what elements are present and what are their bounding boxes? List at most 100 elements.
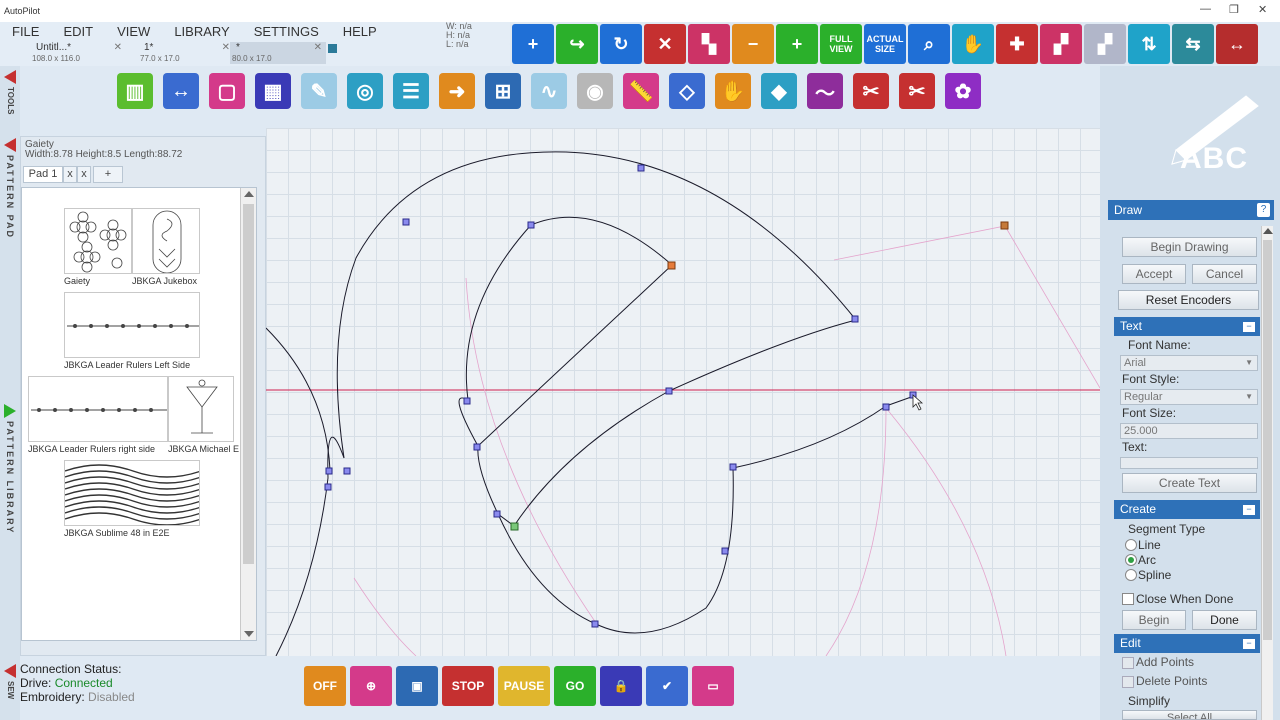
font-name-select[interactable]: Arial ▼	[1120, 355, 1258, 371]
accept-button[interactable]: Accept	[1122, 264, 1186, 284]
start-node[interactable]	[510, 522, 519, 531]
align-button[interactable]: ⇅	[1128, 24, 1170, 64]
zoom-in-button[interactable]: +	[776, 24, 818, 64]
tab-tools[interactable]: TOOLS	[2, 70, 18, 116]
scissors-tool[interactable]: ✂	[848, 68, 894, 114]
segment-line-radio[interactable]	[1125, 539, 1137, 551]
menu-library[interactable]: LIBRARY	[162, 24, 241, 40]
font-style-select[interactable]: Regular ▼	[1120, 389, 1258, 405]
document-tab[interactable]: * 80.0 x 17.0 ✕	[230, 42, 326, 64]
pattern-thumb-gaiety[interactable]: Gaiety	[64, 208, 132, 288]
menu-view[interactable]: VIEW	[105, 24, 162, 40]
flower-tool[interactable]: ✿	[940, 68, 986, 114]
tab-pattern-pad[interactable]: PATTERN PAD	[2, 138, 18, 241]
window-button[interactable]: ▭	[692, 666, 734, 706]
collapse-icon[interactable]: −	[1243, 639, 1255, 649]
menu-help[interactable]: HELP	[331, 24, 389, 40]
pad-tab[interactable]: Pad 1	[23, 166, 63, 183]
redo-button[interactable]: ↻	[600, 24, 642, 64]
cut-tool[interactable]: ✂	[894, 68, 940, 114]
close-tab-icon[interactable]: ✕	[314, 42, 322, 53]
layers-button[interactable]: ▚	[688, 24, 730, 64]
curve-tool[interactable]: ∿	[526, 68, 572, 114]
arrow-tool[interactable]: ➜	[434, 68, 480, 114]
move-tool[interactable]: ↔	[158, 68, 204, 114]
drawing-canvas[interactable]	[266, 128, 1100, 656]
bounce-button[interactable]: ⇆	[1172, 24, 1214, 64]
stretch-button[interactable]: ↔	[1216, 24, 1258, 64]
menu-edit[interactable]: EDIT	[51, 24, 105, 40]
pattern-thumb-leader-left[interactable]: JBKGA Leader Rulers Left Side	[64, 292, 200, 372]
eraser-tool[interactable]: ◇	[664, 68, 710, 114]
scroll-up-icon[interactable]	[1263, 228, 1273, 234]
steps-alt-button[interactable]: ▞	[1084, 24, 1126, 64]
scroll-down-icon[interactable]	[244, 631, 254, 637]
pattern-thumb-leader-right[interactable]: JBKGA Leader Rulers right side	[28, 376, 168, 456]
pattern-list-scrollbar[interactable]	[240, 188, 256, 640]
grid-tool[interactable]: ▦	[250, 68, 296, 114]
reset-encoders-button[interactable]: Reset Encoders	[1118, 290, 1259, 310]
spiral-tool[interactable]: ◎	[342, 68, 388, 114]
close-tab-icon[interactable]: ✕	[114, 42, 122, 53]
stop-button[interactable]: STOP	[442, 666, 494, 706]
lock-button[interactable]: 🔒	[600, 666, 642, 706]
full-view-button[interactable]: FULL VIEW	[820, 24, 862, 64]
create-text-button[interactable]: Create Text	[1122, 473, 1257, 493]
collapse-icon[interactable]: −	[1243, 322, 1255, 332]
close-tab-icon[interactable]: ✕	[222, 42, 230, 53]
pad-close-button[interactable]: x	[77, 166, 91, 183]
circle-tool[interactable]: ◉	[572, 68, 618, 114]
create-section-header[interactable]: Create −	[1114, 500, 1260, 519]
check-button[interactable]: ✔	[646, 666, 688, 706]
chart-tool[interactable]: ▥	[112, 68, 158, 114]
pin-tool[interactable]: ◆	[756, 68, 802, 114]
wave-tool[interactable]: 〜	[802, 68, 848, 114]
pattern-thumb-michael[interactable]: JBKGA Michael E	[168, 376, 239, 456]
help-button[interactable]: ?	[1257, 203, 1270, 217]
document-tab[interactable]: 1* 77.0 x 17.0 ✕	[138, 42, 234, 64]
begin-button[interactable]: Begin	[1122, 610, 1186, 630]
add-points-checkbox[interactable]	[1122, 657, 1134, 669]
grid-select-tool[interactable]: ⊞	[480, 68, 526, 114]
pan-button[interactable]: ✋	[952, 24, 994, 64]
close-window-icon[interactable]: ✕	[1258, 3, 1267, 16]
segment-spline-radio[interactable]	[1125, 569, 1137, 581]
font-size-input[interactable]: 25.000	[1120, 423, 1258, 439]
menu-settings[interactable]: SETTINGS	[242, 24, 331, 40]
frame-button[interactable]: ▣	[396, 666, 438, 706]
text-section-header[interactable]: Text −	[1114, 317, 1260, 336]
selected-node[interactable]	[667, 261, 676, 270]
ghost-node[interactable]	[1000, 221, 1009, 230]
steps-button[interactable]: ▞	[1040, 24, 1082, 64]
off-button[interactable]: OFF	[304, 666, 346, 706]
edit-section-header[interactable]: Edit −	[1114, 634, 1260, 653]
collapse-icon[interactable]: −	[1243, 505, 1255, 515]
ruler-tool[interactable]: 📏	[618, 68, 664, 114]
delete-button[interactable]: ✕	[644, 24, 686, 64]
begin-drawing-button[interactable]: Begin Drawing	[1122, 237, 1257, 257]
scroll-thumb[interactable]	[1263, 240, 1272, 640]
delete-points-checkbox[interactable]	[1122, 676, 1134, 688]
done-button[interactable]: Done	[1192, 610, 1257, 630]
pause-button[interactable]: PAUSE	[498, 666, 550, 706]
pen-tool[interactable]: ✎	[296, 68, 342, 114]
draw-panel-scrollbar[interactable]	[1261, 226, 1273, 720]
menu-file[interactable]: FILE	[0, 24, 51, 40]
pattern-thumb-jukebox[interactable]: JBKGA Jukebox	[132, 208, 200, 288]
segment-arc-radio[interactable]	[1125, 554, 1137, 566]
close-when-done-checkbox[interactable]	[1122, 593, 1134, 605]
crosshair-button[interactable]: ✚	[996, 24, 1038, 64]
pad-tab-close-button[interactable]: x	[63, 166, 77, 183]
list-tool[interactable]: ☰	[388, 68, 434, 114]
zoom-out-button[interactable]: −	[732, 24, 774, 64]
target-button[interactable]: ⊕	[350, 666, 392, 706]
scroll-thumb[interactable]	[243, 204, 254, 564]
document-tab[interactable]: Untitl...* 108.0 x 116.0 ✕	[30, 42, 126, 64]
cancel-button[interactable]: Cancel	[1192, 264, 1257, 284]
text-input[interactable]	[1120, 457, 1258, 469]
minimize-icon[interactable]: —	[1200, 3, 1211, 15]
tab-sew[interactable]: SEW	[2, 664, 18, 701]
go-button[interactable]: GO	[554, 666, 596, 706]
select-all-button[interactable]: Select All	[1122, 710, 1257, 720]
add-button[interactable]: +	[512, 24, 554, 64]
